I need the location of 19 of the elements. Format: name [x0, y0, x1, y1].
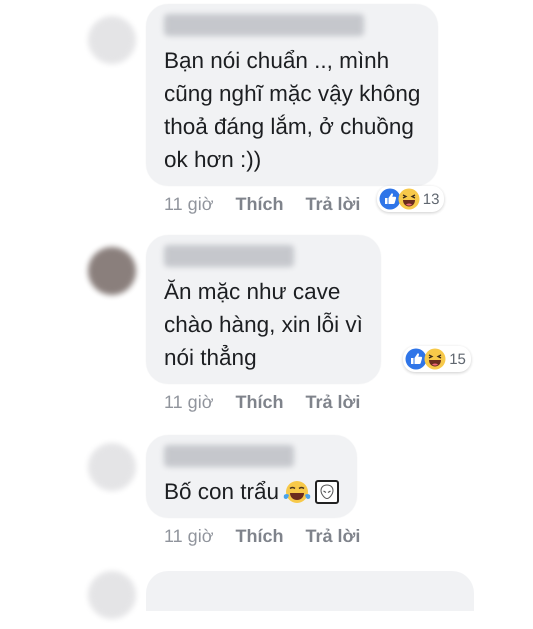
- reactions-summary[interactable]: 13: [376, 186, 444, 212]
- reactions-summary[interactable]: 15: [403, 346, 471, 372]
- like-link[interactable]: Thích: [236, 526, 284, 547]
- like-link[interactable]: Thích: [236, 392, 284, 413]
- like-link[interactable]: Thích: [236, 194, 284, 215]
- comment-text: Bố con trẩu: [164, 478, 280, 506]
- reply-link[interactable]: Trả lời: [306, 392, 360, 413]
- comment-time[interactable]: 11 giờ: [164, 392, 214, 413]
- reply-link[interactable]: Trả lời: [306, 526, 360, 547]
- reply-link[interactable]: Trả lời: [306, 194, 360, 215]
- comment-text: Ăn mặc như cave: [164, 278, 340, 306]
- comment-text: thoả đáng lắm, ở chuồng: [164, 113, 414, 141]
- comment-text: chào hàng, xin lỗi vì: [164, 311, 363, 339]
- comment-time[interactable]: 11 giờ: [164, 194, 214, 215]
- comment-text: cũng nghĩ mặc vậy không: [164, 80, 420, 108]
- comment-text: nói thẳng: [164, 344, 257, 372]
- comment-text: ok hơn :)): [164, 146, 262, 174]
- comment-time[interactable]: 11 giờ: [164, 526, 214, 547]
- comment-text: Bạn nói chuẩn .., mình: [164, 47, 390, 75]
